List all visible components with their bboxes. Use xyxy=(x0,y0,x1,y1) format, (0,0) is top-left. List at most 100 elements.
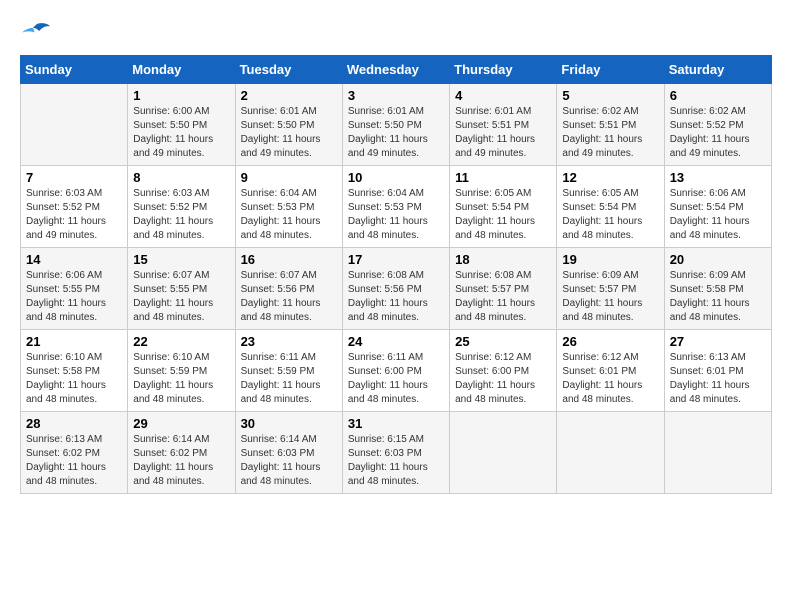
day-info: Sunrise: 6:04 AM Sunset: 5:53 PM Dayligh… xyxy=(348,187,444,243)
calendar-cell: 29 Sunrise: 6:14 AM Sunset: 6:02 PM Dayli… xyxy=(128,412,235,494)
calendar-table: SundayMondayTuesdayWednesdayThursdayFrid… xyxy=(20,55,772,494)
calendar-cell: 31 Sunrise: 6:15 AM Sunset: 6:03 PM Dayli… xyxy=(342,412,449,494)
day-info: Sunrise: 6:14 AM Sunset: 6:02 PM Dayligh… xyxy=(133,433,229,489)
day-info: Sunrise: 6:12 AM Sunset: 6:01 PM Dayligh… xyxy=(562,351,658,407)
day-number: 14 xyxy=(26,252,122,267)
day-number: 30 xyxy=(241,416,337,431)
calendar-cell: 17 Sunrise: 6:08 AM Sunset: 5:56 PM Dayli… xyxy=(342,248,449,330)
day-info: Sunrise: 6:15 AM Sunset: 6:03 PM Dayligh… xyxy=(348,433,444,489)
week-row-5: 28 Sunrise: 6:13 AM Sunset: 6:02 PM Dayli… xyxy=(21,412,772,494)
day-info: Sunrise: 6:09 AM Sunset: 5:57 PM Dayligh… xyxy=(562,269,658,325)
day-info: Sunrise: 6:14 AM Sunset: 6:03 PM Dayligh… xyxy=(241,433,337,489)
week-row-3: 14 Sunrise: 6:06 AM Sunset: 5:55 PM Dayli… xyxy=(21,248,772,330)
day-number: 18 xyxy=(455,252,551,267)
day-info: Sunrise: 6:01 AM Sunset: 5:50 PM Dayligh… xyxy=(241,105,337,161)
day-info: Sunrise: 6:07 AM Sunset: 5:56 PM Dayligh… xyxy=(241,269,337,325)
calendar-cell xyxy=(557,412,664,494)
calendar-cell: 19 Sunrise: 6:09 AM Sunset: 5:57 PM Dayli… xyxy=(557,248,664,330)
day-number: 27 xyxy=(670,334,766,349)
calendar-cell xyxy=(450,412,557,494)
day-number: 5 xyxy=(562,88,658,103)
weekday-header-monday: Monday xyxy=(128,56,235,84)
calendar-cell: 12 Sunrise: 6:05 AM Sunset: 5:54 PM Dayli… xyxy=(557,166,664,248)
day-number: 12 xyxy=(562,170,658,185)
calendar-cell: 8 Sunrise: 6:03 AM Sunset: 5:52 PM Daylig… xyxy=(128,166,235,248)
day-number: 11 xyxy=(455,170,551,185)
day-info: Sunrise: 6:10 AM Sunset: 5:59 PM Dayligh… xyxy=(133,351,229,407)
calendar-cell: 4Sunrise: 6:01 AM Sunset: 5:51 PM Daylig… xyxy=(450,84,557,166)
day-info: Sunrise: 6:06 AM Sunset: 5:55 PM Dayligh… xyxy=(26,269,122,325)
calendar-cell: 13 Sunrise: 6:06 AM Sunset: 5:54 PM Dayli… xyxy=(664,166,771,248)
day-number: 4 xyxy=(455,88,551,103)
weekday-header-tuesday: Tuesday xyxy=(235,56,342,84)
day-number: 21 xyxy=(26,334,122,349)
day-info: Sunrise: 6:13 AM Sunset: 6:01 PM Dayligh… xyxy=(670,351,766,407)
calendar-cell: 2 Sunrise: 6:01 AM Sunset: 5:50 PM Daylig… xyxy=(235,84,342,166)
day-number: 15 xyxy=(133,252,229,267)
day-number: 10 xyxy=(348,170,444,185)
day-number: 9 xyxy=(241,170,337,185)
day-info: Sunrise: 6:03 AM Sunset: 5:52 PM Dayligh… xyxy=(26,187,122,243)
day-number: 25 xyxy=(455,334,551,349)
top-bar xyxy=(20,20,772,45)
calendar-cell: 16 Sunrise: 6:07 AM Sunset: 5:56 PM Dayli… xyxy=(235,248,342,330)
day-info: Sunrise: 6:05 AM Sunset: 5:54 PM Dayligh… xyxy=(562,187,658,243)
day-number: 8 xyxy=(133,170,229,185)
day-number: 16 xyxy=(241,252,337,267)
day-info: Sunrise: 6:11 AM Sunset: 5:59 PM Dayligh… xyxy=(241,351,337,407)
day-number: 31 xyxy=(348,416,444,431)
calendar-cell: 27 Sunrise: 6:13 AM Sunset: 6:01 PM Dayli… xyxy=(664,330,771,412)
day-info: Sunrise: 6:09 AM Sunset: 5:58 PM Dayligh… xyxy=(670,269,766,325)
calendar-cell: 9 Sunrise: 6:04 AM Sunset: 5:53 PM Daylig… xyxy=(235,166,342,248)
day-number: 29 xyxy=(133,416,229,431)
calendar-cell: 6 Sunrise: 6:02 AM Sunset: 5:52 PM Daylig… xyxy=(664,84,771,166)
day-info: Sunrise: 6:08 AM Sunset: 5:56 PM Dayligh… xyxy=(348,269,444,325)
day-number: 1 xyxy=(133,88,229,103)
day-info: Sunrise: 6:05 AM Sunset: 5:54 PM Dayligh… xyxy=(455,187,551,243)
day-number: 24 xyxy=(348,334,444,349)
weekday-header-thursday: Thursday xyxy=(450,56,557,84)
calendar-cell: 21Sunrise: 6:10 AM Sunset: 5:58 PM Dayli… xyxy=(21,330,128,412)
calendar-cell: 22 Sunrise: 6:10 AM Sunset: 5:59 PM Dayli… xyxy=(128,330,235,412)
day-info: Sunrise: 6:03 AM Sunset: 5:52 PM Dayligh… xyxy=(133,187,229,243)
day-info: Sunrise: 6:07 AM Sunset: 5:55 PM Dayligh… xyxy=(133,269,229,325)
day-info: Sunrise: 6:04 AM Sunset: 5:53 PM Dayligh… xyxy=(241,187,337,243)
day-number: 20 xyxy=(670,252,766,267)
logo xyxy=(20,20,50,41)
weekday-header-saturday: Saturday xyxy=(664,56,771,84)
day-info: Sunrise: 6:02 AM Sunset: 5:52 PM Dayligh… xyxy=(670,105,766,161)
day-info: Sunrise: 6:12 AM Sunset: 6:00 PM Dayligh… xyxy=(455,351,551,407)
weekday-header-wednesday: Wednesday xyxy=(342,56,449,84)
week-row-1: 1Sunrise: 6:00 AM Sunset: 5:50 PM Daylig… xyxy=(21,84,772,166)
day-number: 17 xyxy=(348,252,444,267)
day-number: 23 xyxy=(241,334,337,349)
day-number: 19 xyxy=(562,252,658,267)
calendar-cell: 18 Sunrise: 6:08 AM Sunset: 5:57 PM Dayli… xyxy=(450,248,557,330)
day-number: 2 xyxy=(241,88,337,103)
day-info: Sunrise: 6:13 AM Sunset: 6:02 PM Dayligh… xyxy=(26,433,122,489)
calendar-cell: 5 Sunrise: 6:02 AM Sunset: 5:51 PM Daylig… xyxy=(557,84,664,166)
day-info: Sunrise: 6:02 AM Sunset: 5:51 PM Dayligh… xyxy=(562,105,658,161)
logo-area xyxy=(20,20,50,41)
day-info: Sunrise: 6:06 AM Sunset: 5:54 PM Dayligh… xyxy=(670,187,766,243)
day-number: 7 xyxy=(26,170,122,185)
calendar-cell: 11 Sunrise: 6:05 AM Sunset: 5:54 PM Dayli… xyxy=(450,166,557,248)
calendar-cell xyxy=(21,84,128,166)
day-number: 13 xyxy=(670,170,766,185)
calendar-cell: 28 Sunrise: 6:13 AM Sunset: 6:02 PM Dayli… xyxy=(21,412,128,494)
calendar-cell: 20 Sunrise: 6:09 AM Sunset: 5:58 PM Dayli… xyxy=(664,248,771,330)
calendar-cell: 3Sunrise: 6:01 AM Sunset: 5:50 PM Daylig… xyxy=(342,84,449,166)
day-number: 22 xyxy=(133,334,229,349)
week-row-2: 7 Sunrise: 6:03 AM Sunset: 5:52 PM Daylig… xyxy=(21,166,772,248)
weekday-header-sunday: Sunday xyxy=(21,56,128,84)
calendar-cell: 10 Sunrise: 6:04 AM Sunset: 5:53 PM Dayli… xyxy=(342,166,449,248)
logo-bird-icon xyxy=(22,21,50,41)
weekday-header-row: SundayMondayTuesdayWednesdayThursdayFrid… xyxy=(21,56,772,84)
day-number: 6 xyxy=(670,88,766,103)
day-number: 3 xyxy=(348,88,444,103)
calendar-cell: 26Sunrise: 6:12 AM Sunset: 6:01 PM Dayli… xyxy=(557,330,664,412)
day-info: Sunrise: 6:11 AM Sunset: 6:00 PM Dayligh… xyxy=(348,351,444,407)
day-number: 28 xyxy=(26,416,122,431)
day-info: Sunrise: 6:08 AM Sunset: 5:57 PM Dayligh… xyxy=(455,269,551,325)
calendar-cell: 7 Sunrise: 6:03 AM Sunset: 5:52 PM Daylig… xyxy=(21,166,128,248)
